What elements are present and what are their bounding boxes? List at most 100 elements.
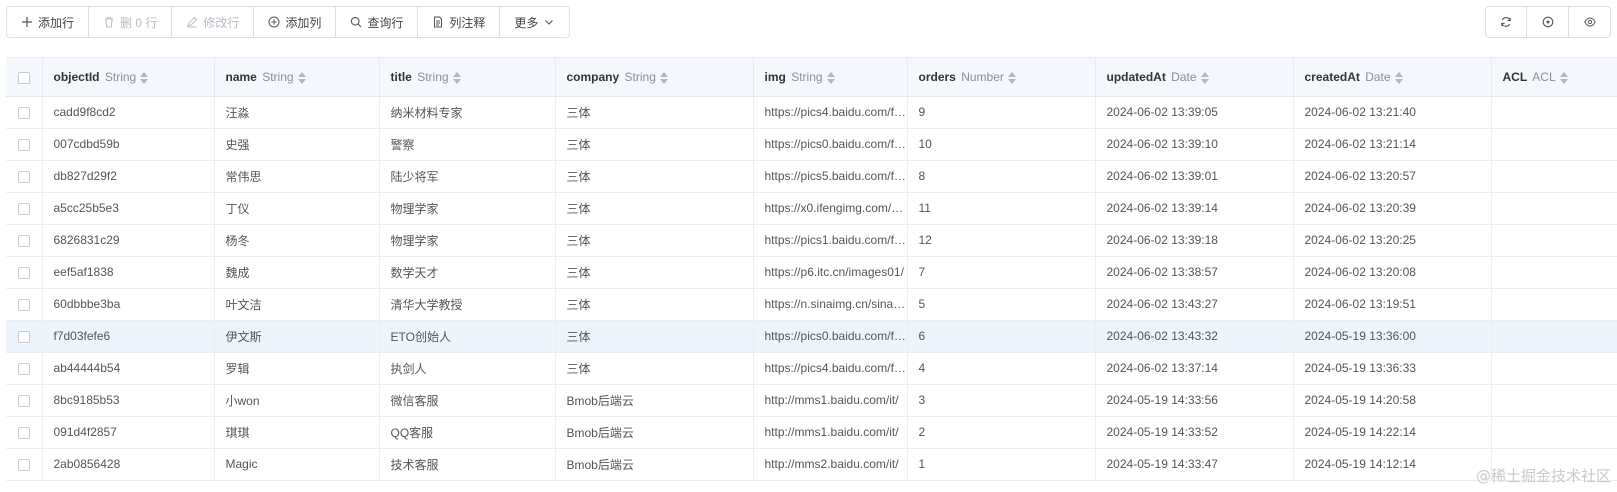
cell-ACL[interactable] (1491, 192, 1617, 225)
cell-company[interactable]: 三体 (555, 320, 754, 353)
row-checkbox[interactable] (17, 394, 30, 407)
edit-row-button[interactable]: 修改行 (172, 6, 255, 38)
cell-objectId[interactable]: 007cdbd59b (42, 128, 215, 161)
cell-name[interactable]: 琪琪 (214, 416, 380, 449)
cell-orders[interactable]: 6 (907, 320, 1096, 353)
cell-name[interactable]: 丁仪 (214, 192, 380, 225)
query-row-button[interactable]: 查询行 (336, 6, 419, 38)
select-all-checkbox[interactable] (17, 71, 30, 84)
column-header-img[interactable]: img String (753, 58, 908, 97)
cell-createdAt[interactable]: 2024-06-02 13:20:39 (1293, 192, 1492, 225)
cell-company[interactable]: Bmob后端云 (555, 448, 754, 481)
cell-img[interactable]: http://mms2.baidu.com/it/ (753, 448, 908, 481)
cell-name[interactable]: 杨冬 (214, 224, 380, 257)
cell-ACL[interactable] (1491, 256, 1617, 289)
cell-ACL[interactable] (1491, 416, 1617, 449)
cell-updatedAt[interactable]: 2024-06-02 13:39:10 (1095, 128, 1294, 161)
refresh-button[interactable] (1485, 6, 1527, 38)
cell-updatedAt[interactable]: 2024-06-02 13:39:18 (1095, 224, 1294, 257)
cell-title[interactable]: 微信客服 (379, 384, 556, 417)
sort-icon[interactable] (297, 71, 306, 84)
cell-title[interactable]: 执剑人 (379, 352, 556, 385)
cell-objectId[interactable]: db827d29f2 (42, 160, 215, 193)
column-comment-button[interactable]: 列注释 (418, 6, 501, 38)
table-row[interactable]: 6826831c29 杨冬 物理学家 三体 https://pics1.baidu.co… (6, 224, 1617, 257)
cell-orders[interactable]: 3 (907, 384, 1096, 417)
cell-orders[interactable]: 12 (907, 224, 1096, 257)
cell-orders[interactable]: 1 (907, 448, 1096, 481)
cell-title[interactable]: 物理学家 (379, 192, 556, 225)
cell-orders[interactable]: 2 (907, 416, 1096, 449)
row-checkbox[interactable] (17, 170, 30, 183)
table-row[interactable]: eef5af1838 魏成 数学天才 三体 https://p6.itc.cn/imag… (6, 256, 1617, 289)
cell-name[interactable]: 常伟思 (214, 160, 380, 193)
cell-ACL[interactable] (1491, 384, 1617, 417)
table-row[interactable]: 60dbbbe3ba 叶文洁 清华大学教授 三体 https://n.sinaimg.c… (6, 288, 1617, 321)
cell-updatedAt[interactable]: 2024-06-02 13:39:01 (1095, 160, 1294, 193)
sort-icon[interactable] (1559, 71, 1568, 84)
cell-orders[interactable]: 9 (907, 96, 1096, 129)
cell-objectId[interactable]: a5cc25b5e3 (42, 192, 215, 225)
cell-company[interactable]: 三体 (555, 96, 754, 129)
cell-img[interactable]: http://mms1.baidu.com/it/ (753, 416, 908, 449)
cell-updatedAt[interactable]: 2024-06-02 13:37:14 (1095, 352, 1294, 385)
cell-name[interactable]: 史强 (214, 128, 380, 161)
more-dropdown[interactable]: 更多 (500, 6, 571, 38)
cell-createdAt[interactable]: 2024-05-19 14:22:14 (1293, 416, 1492, 449)
cell-img[interactable]: https://x0.ifengimg.com/res/ (753, 192, 908, 225)
zoom-button[interactable] (1527, 6, 1569, 38)
cell-ACL[interactable] (1491, 160, 1617, 193)
sort-icon[interactable] (1007, 71, 1016, 84)
cell-objectId[interactable]: 8bc9185b53 (42, 384, 215, 417)
table-row[interactable]: 8bc9185b53 小won 微信客服 Bmob后端云 http://mms1.bai… (6, 384, 1617, 417)
cell-name[interactable]: 罗辑 (214, 352, 380, 385)
sort-icon[interactable] (659, 71, 668, 84)
table-row[interactable]: f7d03fefe6 伊文斯 ETO创始人 三体 https://pics0.baidu… (6, 320, 1617, 353)
cell-updatedAt[interactable]: 2024-05-19 14:33:52 (1095, 416, 1294, 449)
table-row[interactable]: 091d4f2857 琪琪 QQ客服 Bmob后端云 http://mms1.baidu… (6, 416, 1617, 449)
cell-createdAt[interactable]: 2024-05-19 14:20:58 (1293, 384, 1492, 417)
cell-objectId[interactable]: 6826831c29 (42, 224, 215, 257)
cell-createdAt[interactable]: 2024-06-02 13:19:51 (1293, 288, 1492, 321)
cell-updatedAt[interactable]: 2024-06-02 13:38:57 (1095, 256, 1294, 289)
cell-img[interactable]: https://pics4.baidu.com/feed/ (753, 96, 908, 129)
cell-updatedAt[interactable]: 2024-06-02 13:43:32 (1095, 320, 1294, 353)
cell-updatedAt[interactable]: 2024-05-19 14:33:56 (1095, 384, 1294, 417)
cell-ACL[interactable] (1491, 320, 1617, 353)
cell-company[interactable]: 三体 (555, 192, 754, 225)
add-column-button[interactable]: 添加列 (254, 6, 337, 38)
cell-name[interactable]: 汪淼 (214, 96, 380, 129)
cell-createdAt[interactable]: 2024-05-19 13:36:33 (1293, 352, 1492, 385)
column-header-ACL[interactable]: ACL ACL (1491, 58, 1617, 97)
cell-createdAt[interactable]: 2024-05-19 14:12:14 (1293, 448, 1492, 481)
cell-objectId[interactable]: 091d4f2857 (42, 416, 215, 449)
cell-title[interactable]: ETO创始人 (379, 320, 556, 353)
cell-title[interactable]: 物理学家 (379, 224, 556, 257)
cell-company[interactable]: Bmob后端云 (555, 416, 754, 449)
row-checkbox[interactable] (17, 202, 30, 215)
sort-icon[interactable] (452, 71, 461, 84)
add-row-button[interactable]: 添加行 (6, 6, 90, 38)
cell-company[interactable]: Bmob后端云 (555, 384, 754, 417)
table-row[interactable]: cadd9f8cd2 汪淼 纳米材料专家 三体 https://pics4.baidu.… (6, 96, 1617, 129)
table-row[interactable]: 007cdbd59b 史强 警察 三体 https://pics0.baidu.com/… (6, 128, 1617, 161)
cell-updatedAt[interactable]: 2024-05-19 14:33:47 (1095, 448, 1294, 481)
cell-ACL[interactable] (1491, 96, 1617, 129)
cell-orders[interactable]: 4 (907, 352, 1096, 385)
cell-name[interactable]: 叶文洁 (214, 288, 380, 321)
cell-img[interactable]: http://mms1.baidu.com/it/ (753, 384, 908, 417)
row-checkbox[interactable] (17, 106, 30, 119)
table-row[interactable]: 2ab0856428 Magic 技术客服 Bmob后端云 http://mms2.ba… (6, 448, 1617, 481)
column-header-orders[interactable]: orders Number (907, 58, 1096, 97)
cell-name[interactable]: 魏成 (214, 256, 380, 289)
cell-img[interactable]: https://p6.itc.cn/images01/ (753, 256, 908, 289)
cell-company[interactable]: 三体 (555, 352, 754, 385)
cell-company[interactable]: 三体 (555, 128, 754, 161)
cell-createdAt[interactable]: 2024-06-02 13:20:57 (1293, 160, 1492, 193)
cell-orders[interactable]: 10 (907, 128, 1096, 161)
cell-objectId[interactable]: ab44444b54 (42, 352, 215, 385)
cell-title[interactable]: 陆少将军 (379, 160, 556, 193)
cell-name[interactable]: 小won (214, 384, 380, 417)
cell-img[interactable]: https://pics0.baidu.com/feed/ (753, 128, 908, 161)
cell-title[interactable]: 纳米材料专家 (379, 96, 556, 129)
